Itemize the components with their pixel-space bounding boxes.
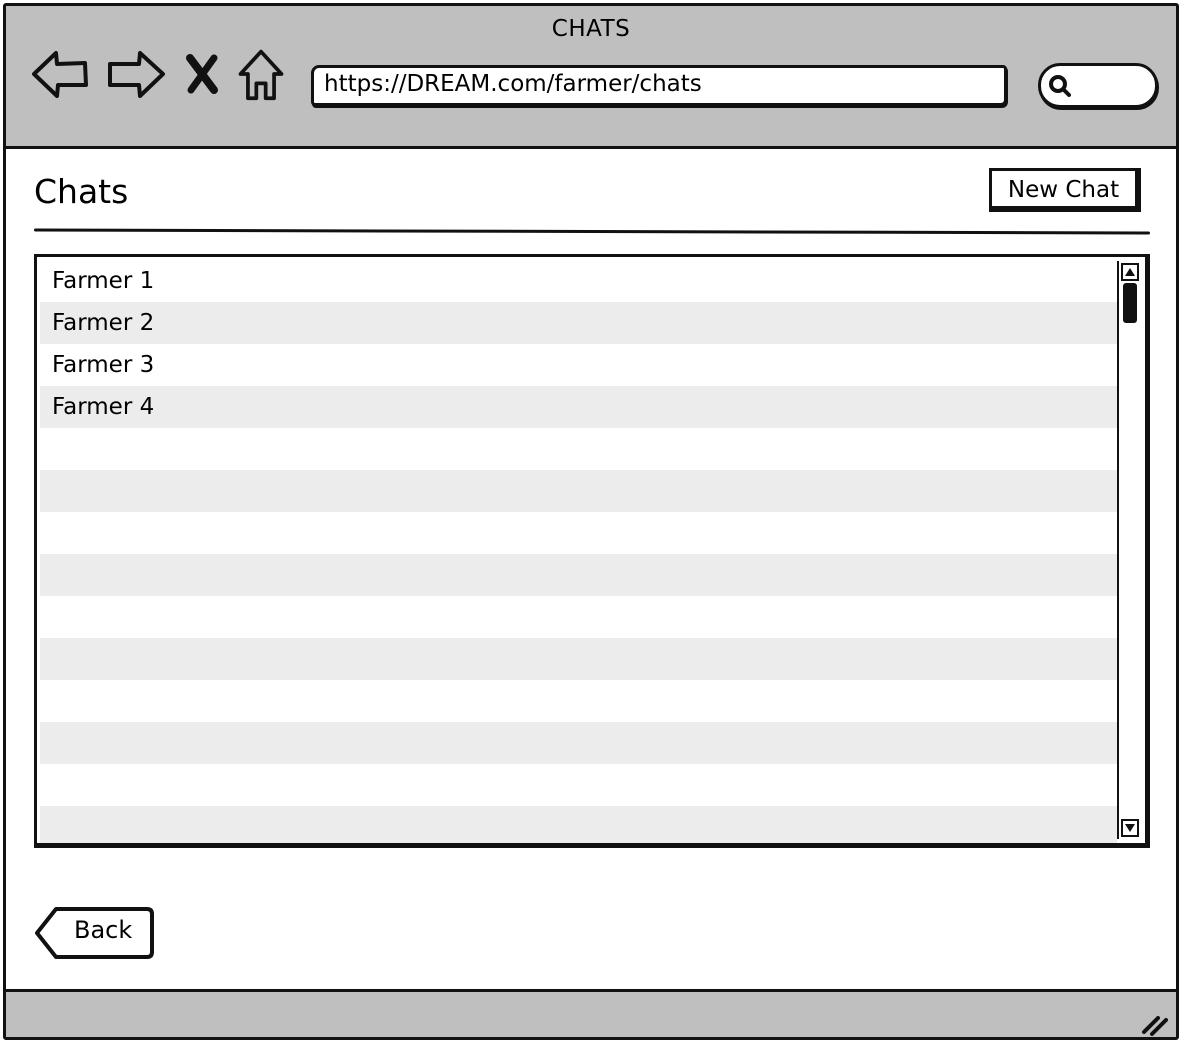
title-divider [33,228,1151,235]
stop-button[interactable] [178,46,228,102]
search-input[interactable] [1038,63,1158,108]
chat-list-item [40,764,1117,806]
url-text: https://DREAM.com/farmer/chats [324,71,702,97]
triangle-up-icon [1125,268,1135,276]
back-nav-button[interactable] [30,46,92,102]
new-chat-button[interactable]: New Chat [989,168,1141,212]
chat-list-item[interactable]: Farmer 4 [40,386,1117,428]
chat-list-item [40,428,1117,470]
window-title: CHATS [551,16,631,42]
chat-list-item [40,680,1117,722]
scroll-down-button[interactable] [1121,819,1139,837]
chat-list-item[interactable]: Farmer 1 [40,260,1117,302]
chat-list-item [40,470,1117,512]
back-button-label: Back [74,916,133,944]
vertical-scrollbar[interactable] [1117,261,1141,839]
home-button[interactable] [234,46,288,102]
url-input[interactable]: https://DREAM.com/farmer/chats [311,65,1007,106]
status-bar [6,989,1176,1038]
arrow-left-icon [32,51,88,98]
back-button[interactable]: Back [34,906,155,960]
chat-list-item [40,638,1117,680]
scroll-up-button[interactable] [1121,263,1139,281]
page-title: Chats [34,172,129,211]
arrow-right-icon [108,51,165,98]
resize-grip-icon[interactable] [1138,1008,1172,1038]
chat-list-item[interactable]: Farmer 2 [40,302,1117,344]
triangle-down-icon [1125,824,1135,832]
search-icon [1049,75,1071,97]
scroll-thumb[interactable] [1123,283,1137,323]
chat-list-item [40,722,1117,764]
chat-list[interactable]: Farmer 1 Farmer 2 Farmer 3 Farmer 4 [34,254,1150,848]
home-icon [238,49,284,101]
chat-list-item [40,806,1117,843]
browser-window: CHATS https://DREAM.com/farmer/chats Cha… [3,3,1179,1040]
chat-list-item [40,554,1117,596]
browser-toolbar: CHATS https://DREAM.com/farmer/chats [6,6,1176,149]
chat-list-item [40,596,1117,638]
chat-list-item[interactable]: Farmer 3 [40,344,1117,386]
chat-list-rows: Farmer 1 Farmer 2 Farmer 3 Farmer 4 [40,260,1117,843]
close-icon [186,54,218,94]
forward-nav-button[interactable] [105,46,167,102]
chat-list-item [40,512,1117,554]
